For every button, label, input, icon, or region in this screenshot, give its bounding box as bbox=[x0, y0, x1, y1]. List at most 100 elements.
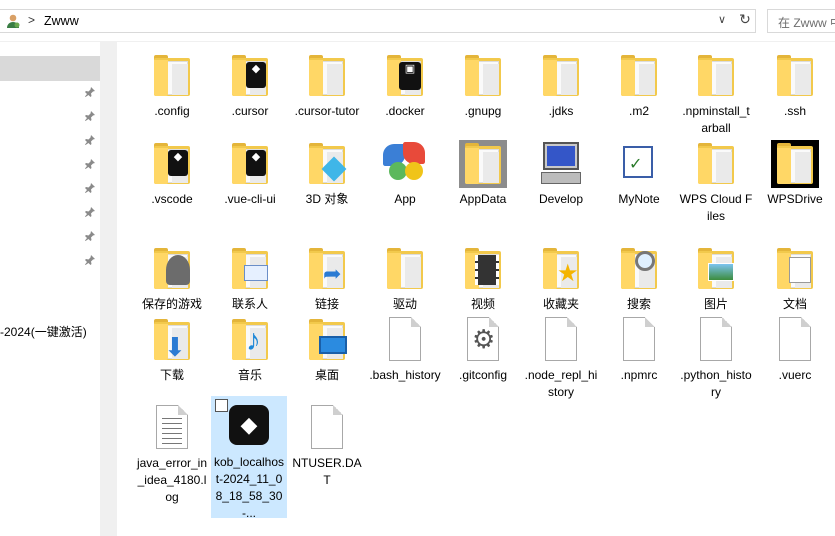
file-item[interactable]: .node_repl_history bbox=[523, 310, 599, 401]
file-item[interactable]: ◆ .cursor bbox=[212, 46, 288, 120]
file-name: .jdks bbox=[548, 104, 574, 118]
cursor-folder-icon: ◆ bbox=[148, 140, 196, 188]
folder-icon bbox=[381, 245, 429, 293]
contacts-folder-icon bbox=[226, 245, 274, 293]
pin-icon[interactable] bbox=[84, 230, 96, 242]
videos-folder-icon bbox=[459, 245, 507, 293]
file-item[interactable]: ✓ MyNote bbox=[601, 134, 677, 208]
navigation-pane: -2024(一键激活) bbox=[0, 42, 100, 536]
pictures-folder-icon bbox=[692, 245, 740, 293]
file-name: AppData bbox=[459, 192, 507, 206]
folder-icon bbox=[459, 52, 507, 100]
user-folder-icon bbox=[7, 14, 20, 28]
pin-icon[interactable] bbox=[84, 254, 96, 266]
file-name: 音乐 bbox=[237, 368, 262, 382]
pin-icon[interactable] bbox=[84, 158, 96, 170]
file-item[interactable]: ▣ .docker bbox=[367, 46, 443, 120]
file-item[interactable]: App bbox=[367, 134, 443, 208]
file-icon bbox=[381, 316, 429, 364]
desktop-folder-icon bbox=[303, 316, 351, 364]
nav-item-label[interactable]: -2024(一键激活) bbox=[0, 323, 87, 340]
file-item[interactable]: ⬇ 下载 bbox=[134, 310, 210, 384]
file-item[interactable]: WPSDrive bbox=[757, 134, 833, 208]
file-name: .npminstall_tarball bbox=[682, 104, 750, 135]
breadcrumb-separator[interactable]: > bbox=[28, 13, 35, 27]
file-item[interactable]: .npmrc bbox=[601, 310, 677, 384]
file-icon bbox=[615, 316, 663, 364]
search-placeholder: 在 Zwww 中搜索 bbox=[778, 16, 835, 30]
breadcrumb-zwww[interactable]: Zwww bbox=[44, 14, 79, 28]
pin-icon[interactable] bbox=[84, 206, 96, 218]
file-name: 桌面 bbox=[314, 368, 339, 382]
file-item[interactable]: java_error_in_idea_4180.log bbox=[134, 398, 210, 506]
file-item[interactable]: .config bbox=[134, 46, 210, 120]
file-item[interactable]: ★ 收藏夹 bbox=[523, 239, 599, 313]
file-item[interactable]: 保存的游戏 bbox=[134, 239, 210, 313]
file-name: .cursor-tutor bbox=[294, 104, 360, 118]
chevron-down-icon[interactable]: ∨ bbox=[718, 13, 726, 26]
file-item[interactable]: 视频 bbox=[445, 239, 521, 313]
pin-icon[interactable] bbox=[84, 110, 96, 122]
cursor-folder-icon: ◆ bbox=[226, 52, 274, 100]
file-name: MyNote bbox=[618, 192, 660, 206]
file-item[interactable]: .gnupg bbox=[445, 46, 521, 120]
file-item[interactable]: 3D 对象 bbox=[289, 134, 365, 208]
file-grid: .config ◆ .cursor .cursor-tutor ▣ .docker .gnu… bbox=[117, 42, 835, 536]
file-icon bbox=[303, 404, 351, 452]
file-item[interactable]: ♪ 音乐 bbox=[212, 310, 288, 384]
file-item[interactable]: AppData bbox=[445, 134, 521, 208]
file-item[interactable]: .bash_history bbox=[367, 310, 443, 384]
text-file-icon bbox=[148, 404, 196, 452]
file-name: 3D 对象 bbox=[305, 192, 349, 206]
pin-icon[interactable] bbox=[84, 134, 96, 146]
file-item[interactable]: ➦ 链接 bbox=[289, 239, 365, 313]
file-item[interactable]: ◆ .vue-cli-ui bbox=[212, 134, 288, 208]
file-icon bbox=[771, 316, 819, 364]
file-item[interactable]: ◆ .vscode bbox=[134, 134, 210, 208]
pin-icon[interactable] bbox=[84, 182, 96, 194]
scrollbar[interactable] bbox=[100, 42, 117, 536]
search-input[interactable]: 在 Zwww 中搜索 bbox=[767, 9, 835, 33]
docker-folder-icon: ▣ bbox=[381, 52, 429, 100]
file-item[interactable]: 驱动 bbox=[367, 239, 443, 313]
file-name: NTUSER.DAT bbox=[292, 456, 362, 487]
file-icon bbox=[692, 316, 740, 364]
file-item[interactable]: 图片 bbox=[678, 239, 754, 313]
file-item[interactable]: .m2 bbox=[601, 46, 677, 120]
mynote-icon: ✓ bbox=[615, 140, 663, 188]
file-name: .python_history bbox=[680, 368, 752, 399]
file-item[interactable]: 桌面 bbox=[289, 310, 365, 384]
file-name: App bbox=[394, 192, 416, 206]
file-item[interactable]: 联系人 bbox=[212, 239, 288, 313]
file-item[interactable]: .jdks bbox=[523, 46, 599, 120]
file-item[interactable]: 搜索 bbox=[601, 239, 677, 313]
nav-item-selected[interactable] bbox=[0, 56, 100, 81]
file-item[interactable]: .python_history bbox=[678, 310, 754, 401]
file-name: .gitconfig bbox=[458, 368, 508, 382]
pin-icon[interactable] bbox=[84, 86, 96, 98]
app-logo-icon bbox=[381, 140, 429, 188]
wpsdrive-folder-icon bbox=[771, 140, 819, 188]
file-item[interactable]: .ssh bbox=[757, 46, 833, 120]
file-name: kob_localhost-2024_11_08_18_58_30-... bbox=[213, 455, 285, 520]
file-name: .m2 bbox=[628, 104, 649, 118]
file-item[interactable]: 文档 bbox=[757, 239, 833, 313]
address-box[interactable]: > Zwww ∨ ↻ bbox=[0, 9, 756, 33]
file-item[interactable]: NTUSER.DAT bbox=[289, 398, 365, 489]
file-item[interactable]: Develop bbox=[523, 134, 599, 208]
file-icon bbox=[537, 316, 585, 364]
file-item[interactable]: .npminstall_tarball bbox=[678, 46, 754, 137]
file-item[interactable]: ⚙ .gitconfig bbox=[445, 310, 521, 384]
file-item[interactable]: .vuerc bbox=[757, 310, 833, 384]
file-item[interactable]: .cursor-tutor bbox=[289, 46, 365, 120]
gear-file-icon: ⚙ bbox=[459, 316, 507, 364]
file-item[interactable]: ◆ kob_localhost-2024_11_08_18_58_30-... bbox=[211, 396, 287, 520]
file-item[interactable]: WPS Cloud Files bbox=[678, 134, 754, 225]
file-name: .node_repl_history bbox=[524, 368, 598, 399]
3d-objects-folder-icon bbox=[303, 140, 351, 188]
refresh-icon[interactable]: ↻ bbox=[736, 11, 754, 31]
file-name: WPS Cloud Files bbox=[679, 192, 753, 223]
file-name: .npmrc bbox=[620, 368, 658, 382]
folder-icon bbox=[692, 52, 740, 100]
favorites-folder-icon: ★ bbox=[537, 245, 585, 293]
